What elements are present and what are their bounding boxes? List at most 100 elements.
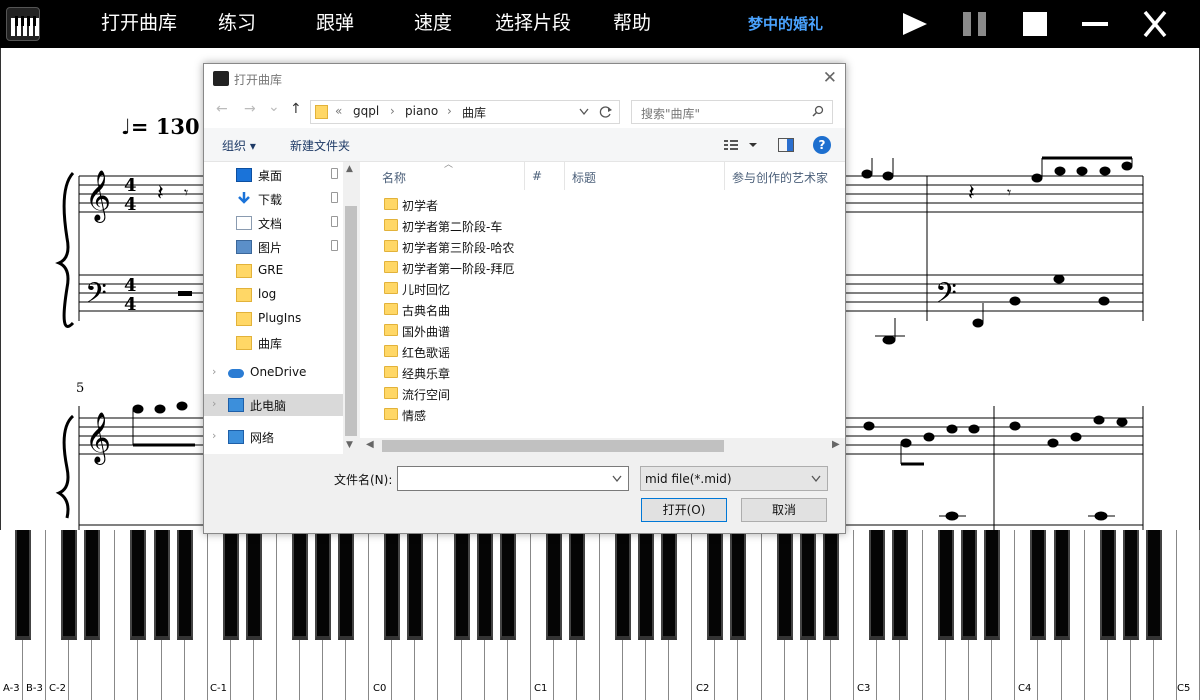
black-key[interactable] — [661, 530, 678, 640]
refresh-icon[interactable] — [599, 105, 613, 119]
address-segment-gqpl[interactable]: gqpl — [353, 104, 379, 118]
menu-practice[interactable]: 练习 — [218, 10, 256, 36]
nav-item[interactable]: › 此电脑 — [204, 394, 343, 416]
menu-speed[interactable]: 速度 — [414, 10, 452, 36]
black-key[interactable] — [638, 530, 655, 640]
black-key[interactable] — [822, 530, 839, 640]
minimize-icon[interactable] — [1080, 10, 1110, 38]
black-key[interactable] — [15, 530, 32, 640]
chevron-right-icon[interactable]: › — [212, 429, 216, 442]
cancel-button[interactable]: 取消 — [741, 498, 827, 522]
forward-arrow-icon[interactable]: → — [244, 101, 256, 117]
new-folder-button[interactable]: 新建文件夹 — [290, 137, 350, 154]
filename-input[interactable] — [397, 466, 629, 491]
black-key[interactable] — [130, 530, 147, 640]
black-key[interactable] — [984, 530, 1001, 640]
black-key[interactable] — [176, 530, 193, 640]
folder-list-item[interactable]: 儿时回忆 — [380, 278, 680, 299]
black-key[interactable] — [453, 530, 470, 640]
nav-item[interactable]: log — [204, 284, 343, 306]
close-icon[interactable] — [1140, 10, 1170, 38]
folder-list-item[interactable]: 初学者第一阶段-拜厄 — [380, 257, 680, 278]
recent-dropdown-icon[interactable]: ⌄ — [268, 99, 280, 115]
black-key[interactable] — [892, 530, 908, 640]
stop-icon[interactable] — [1020, 10, 1050, 38]
black-key[interactable] — [384, 530, 401, 640]
folder-list-item[interactable]: 流行空间 — [380, 383, 680, 404]
preview-pane-icon[interactable] — [778, 138, 794, 152]
address-segment-piano[interactable]: piano — [405, 104, 438, 118]
black-key[interactable] — [245, 530, 262, 640]
nav-item[interactable]: 文档 — [204, 212, 343, 234]
column-header-artists[interactable]: 参与创作的艺术家 — [732, 169, 828, 186]
white-key[interactable] — [1176, 530, 1200, 700]
chevron-down-icon[interactable] — [612, 475, 622, 483]
scrollbar-thumb[interactable] — [382, 440, 724, 452]
black-key[interactable] — [84, 530, 101, 640]
black-key[interactable] — [707, 530, 724, 640]
nav-item[interactable]: 桌面 — [204, 164, 343, 186]
play-icon[interactable] — [900, 10, 930, 38]
chevron-down-icon[interactable] — [811, 475, 821, 483]
black-key[interactable] — [338, 530, 355, 640]
nav-item[interactable]: 图片 — [204, 236, 343, 258]
black-key[interactable] — [292, 530, 308, 640]
black-key[interactable] — [776, 530, 793, 640]
address-segment-library[interactable]: 曲库 — [462, 104, 486, 121]
help-icon[interactable]: ? — [813, 136, 831, 154]
menu-follow[interactable]: 跟弹 — [316, 10, 354, 36]
chevron-right-icon[interactable]: › — [212, 397, 216, 410]
column-header-number[interactable]: # — [532, 169, 542, 183]
black-key[interactable] — [615, 530, 632, 640]
search-box[interactable]: 搜索"曲库" — [631, 100, 833, 124]
black-key[interactable] — [315, 530, 332, 640]
black-key[interactable] — [153, 530, 170, 640]
folder-list-item[interactable]: 国外曲谱 — [380, 320, 680, 341]
menu-select-segment[interactable]: 选择片段 — [495, 10, 571, 36]
file-type-filter[interactable]: mid file(*.mid) — [640, 466, 828, 491]
nav-item[interactable]: 曲库 — [204, 332, 343, 354]
nav-pane-scrollbar[interactable]: ▲ ▼ — [343, 162, 359, 454]
search-input[interactable]: 搜索"曲库" — [641, 105, 700, 122]
nav-item[interactable]: › 网络 — [204, 426, 343, 448]
menu-help[interactable]: 帮助 — [613, 10, 651, 36]
view-options-icon[interactable] — [724, 139, 758, 151]
folder-list-item[interactable]: 红色歌谣 — [380, 341, 680, 362]
black-key[interactable] — [1053, 530, 1070, 640]
menu-open-library[interactable]: 打开曲库 — [101, 10, 177, 36]
nav-item[interactable]: › OneDrive — [204, 362, 343, 384]
file-list-horizontal-scrollbar[interactable]: ◀ ▶ — [360, 438, 845, 454]
scrollbar-thumb[interactable] — [345, 206, 357, 436]
nav-item[interactable]: 下载 — [204, 188, 343, 210]
dialog-close-button[interactable]: ✕ — [823, 68, 837, 88]
folder-list-item[interactable]: 经典乐章 — [380, 362, 680, 383]
black-key[interactable] — [868, 530, 885, 640]
black-key[interactable] — [476, 530, 493, 640]
folder-list-item[interactable]: 古典名曲 — [380, 299, 680, 320]
black-key[interactable] — [799, 530, 816, 640]
folder-list-item[interactable]: 初学者第二阶段-车 — [380, 215, 680, 236]
black-key[interactable] — [222, 530, 239, 640]
black-key[interactable] — [938, 530, 955, 640]
column-header-title[interactable]: 标题 — [572, 169, 596, 186]
chevron-right-icon[interactable]: › — [212, 365, 216, 378]
back-arrow-icon[interactable]: ← — [216, 101, 228, 117]
black-key[interactable] — [545, 530, 562, 640]
address-bar[interactable]: « gqpl › piano › 曲库 — [310, 100, 620, 124]
black-key[interactable] — [1145, 530, 1162, 640]
nav-item[interactable]: GRE — [204, 260, 343, 282]
up-arrow-icon[interactable]: ↑ — [290, 101, 302, 117]
black-key[interactable] — [568, 530, 585, 640]
black-key[interactable] — [407, 530, 424, 640]
open-button[interactable]: 打开(O) — [641, 498, 727, 522]
folder-list-item[interactable]: 情感 — [380, 404, 680, 425]
black-key[interactable] — [499, 530, 516, 640]
black-key[interactable] — [1030, 530, 1047, 640]
nav-item[interactable]: PlugIns — [204, 308, 343, 330]
black-key[interactable] — [961, 530, 978, 640]
organize-button[interactable]: 组织 ▾ — [222, 137, 256, 154]
black-key[interactable] — [1099, 530, 1116, 640]
column-header-name[interactable]: 名称 — [382, 169, 406, 186]
black-key[interactable] — [1122, 530, 1139, 640]
folder-list-item[interactable]: 初学者 — [380, 194, 680, 215]
